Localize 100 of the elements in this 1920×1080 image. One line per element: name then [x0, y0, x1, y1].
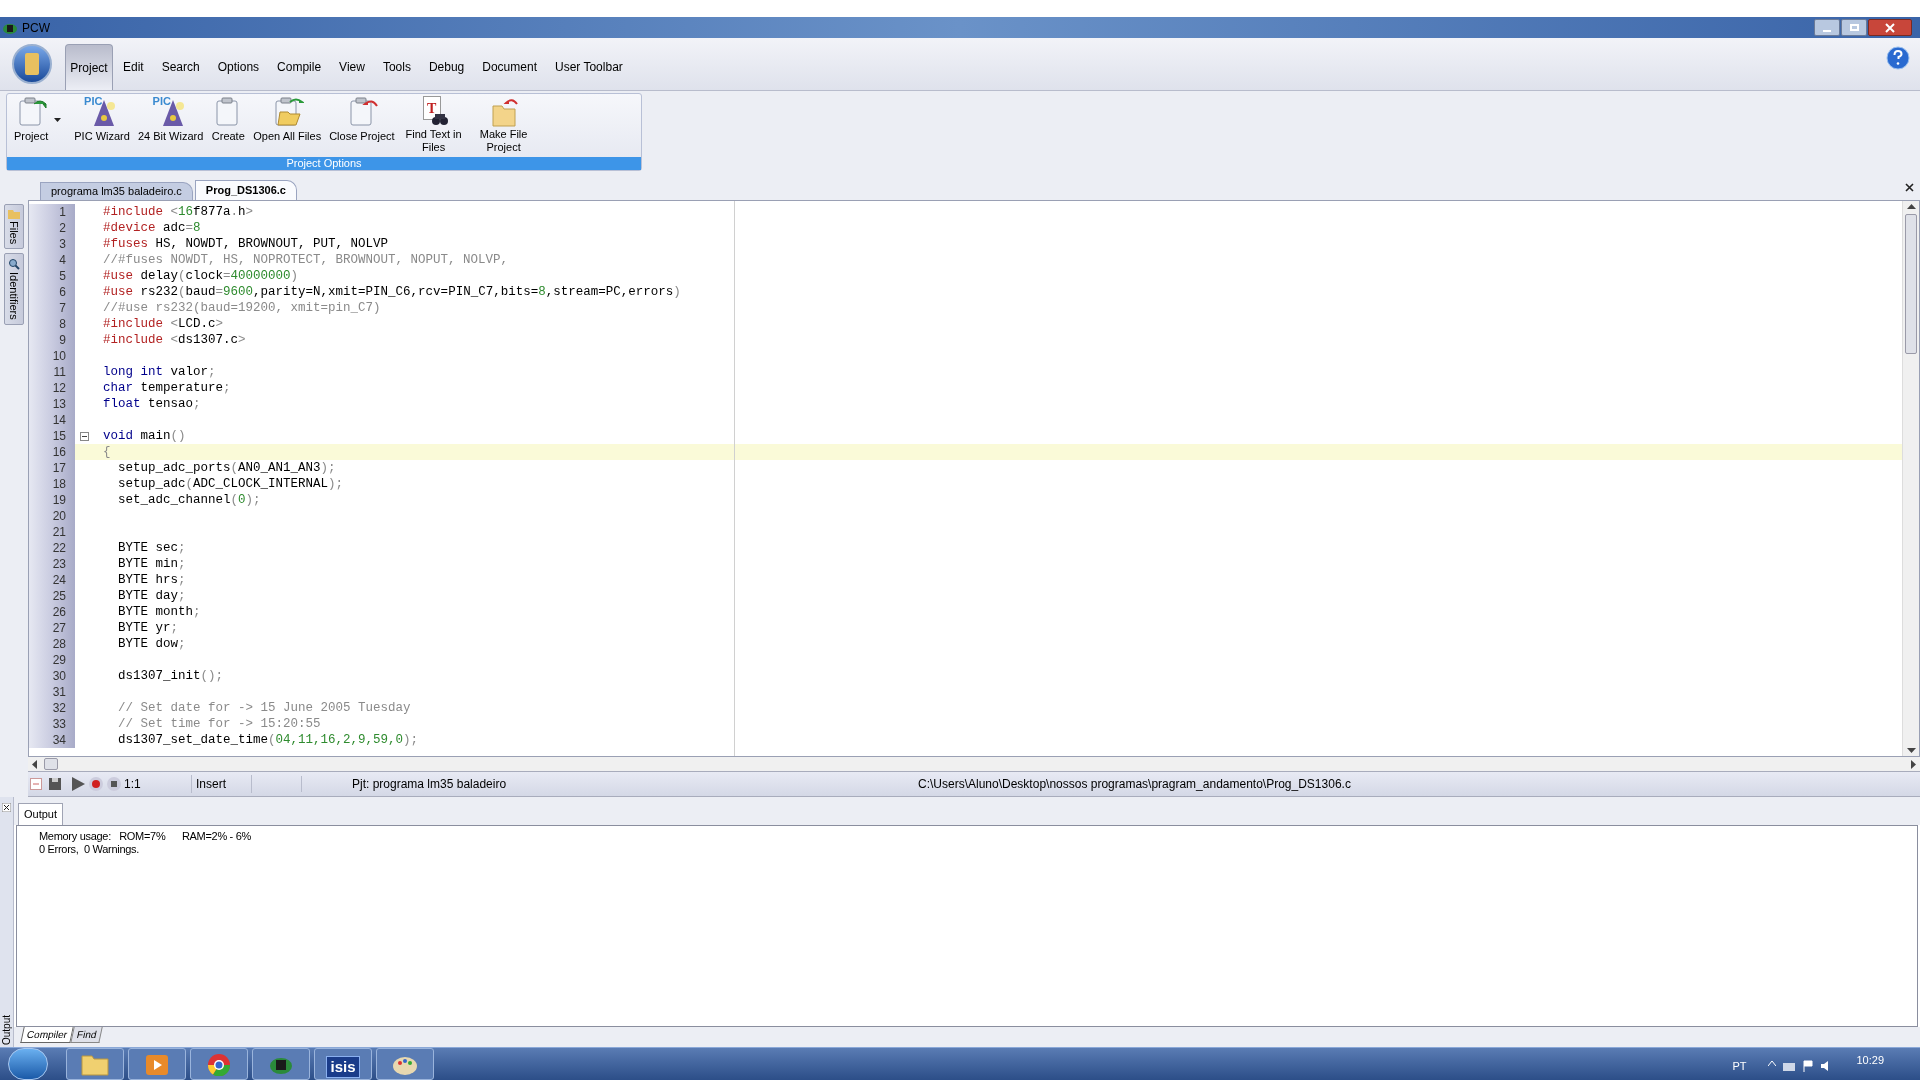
line-number: 12 [29, 380, 75, 396]
line-number: 4 [29, 252, 75, 268]
side-tab[interactable]: Files [4, 204, 24, 250]
scroll-left-icon[interactable] [30, 759, 40, 769]
start-button[interactable] [8, 1048, 48, 1080]
line-number: 21 [29, 524, 75, 540]
scrollbar-thumb[interactable] [44, 758, 58, 770]
line-number: 7 [29, 300, 75, 316]
flag-icon[interactable] [1802, 1060, 1815, 1072]
bottom-tab[interactable]: Find [70, 1027, 104, 1043]
language-indicator[interactable]: PT [1732, 1058, 1747, 1075]
code-line: set_adc_channel(0); [117, 492, 261, 508]
collapse-icon[interactable] [79, 431, 89, 441]
code-line: //#use rs232(baud=19200, xmit=pin_C7) [102, 300, 381, 316]
ribbon-button[interactable]: PIC PIC Wizard [73, 96, 131, 143]
code-line: char temperature; [102, 380, 231, 396]
output-tab[interactable]: Output [18, 803, 64, 825]
code-line: // Set time for -> 15:20:55 [117, 716, 321, 732]
line-number: 14 [29, 412, 75, 428]
close-button[interactable] [1868, 19, 1912, 36]
line-number: 2 [29, 220, 75, 236]
line-number: 31 [29, 684, 75, 700]
file-tab[interactable]: Prog_DS1306.c [194, 180, 297, 200]
line-number: 22 [29, 540, 75, 556]
stop-icon[interactable] [106, 776, 122, 792]
clock[interactable]: 10:29 [1856, 1052, 1884, 1069]
line-number: 34 [29, 732, 75, 748]
minimize-icon [1823, 30, 1831, 32]
line-number: 6 [29, 284, 75, 300]
code-line: //#fuses NOWDT, HS, NOPROTECT, BROWNOUT, NOPUT, NOLVP, [102, 252, 509, 268]
file-tab[interactable]: programa lm35 baladeiro.c [40, 182, 193, 200]
code-line: ds1307_init(); [117, 668, 224, 684]
ribbon-tab[interactable]: User Toolbar [546, 44, 632, 90]
save-icon[interactable] [48, 777, 62, 791]
output-line: 0 Errors, 0 Warnings. [39, 843, 139, 856]
line-number: 15 [29, 428, 75, 444]
bottom-tab[interactable]: Compiler [20, 1027, 74, 1043]
code-line: BYTE day; [117, 588, 186, 604]
code-line: ds1307_set_date_time(04,11,16,2,9,59,0); [117, 732, 419, 748]
scrollbar-thumb[interactable] [1905, 214, 1917, 354]
window-title: PCW [22, 19, 50, 37]
record-icon[interactable] [88, 776, 104, 792]
side-tab[interactable]: Identifiers [4, 253, 24, 325]
network-icon[interactable] [1782, 1060, 1797, 1072]
ribbon-tab[interactable]: Edit [114, 44, 153, 90]
scroll-right-icon[interactable] [1908, 759, 1918, 769]
code-line: #use rs232(baud=9600,parity=N,xmit=PIN_C6,rcv=PIN_C7,bits=8,stream=PC,errors) [102, 284, 681, 300]
play-icon[interactable] [70, 776, 86, 792]
line-number: 18 [29, 476, 75, 492]
ribbon-button[interactable]: T Find Text in Files [401, 96, 466, 154]
ribbon-tab[interactable]: Options [208, 44, 269, 90]
caret-icon[interactable] [54, 118, 62, 122]
magnifier-icon [8, 258, 20, 271]
ribbon-tab[interactable]: Document [473, 44, 546, 90]
line-number: 23 [29, 556, 75, 572]
line-number: 28 [29, 636, 75, 652]
ribbon-tab[interactable]: View [330, 44, 374, 90]
line-number: 24 [29, 572, 75, 588]
code-line: setup_adc_ports(AN0_AN1_AN3); [117, 460, 336, 476]
line-number: 9 [29, 332, 75, 348]
line-number: 8 [29, 316, 75, 332]
ribbon-button[interactable]: Create [210, 96, 247, 143]
ribbon-tab[interactable]: Search [152, 44, 209, 90]
line-number: 16 [29, 444, 75, 460]
line-number: 25 [29, 588, 75, 604]
line-number: 33 [29, 716, 75, 732]
ribbon-button[interactable]: Close Project [328, 96, 396, 143]
line-number: 3 [29, 236, 75, 252]
ribbon-tab[interactable]: Tools [373, 44, 420, 90]
code-line: BYTE hrs; [117, 572, 186, 588]
ribbon-button[interactable]: Make File Project [471, 96, 536, 154]
ribbon-button[interactable]: PIC 24 Bit Wizard [136, 96, 205, 143]
help-icon[interactable] [1886, 46, 1910, 70]
ribbon-button[interactable]: Open All Files [252, 96, 323, 143]
isis-logo[interactable]: isis [326, 1056, 360, 1078]
cursor-position: 1:1 [122, 775, 192, 793]
maximize-button[interactable] [1841, 19, 1867, 36]
close-icon[interactable] [2, 803, 11, 812]
minimize-button[interactable] [1814, 19, 1840, 36]
line-number: 13 [29, 396, 75, 412]
close-icon[interactable] [1905, 183, 1914, 192]
ribbon-tab[interactable]: Debug [419, 44, 474, 90]
vertical-scrollbar[interactable] [1902, 201, 1919, 756]
code-line: #use delay(clock=40000000) [102, 268, 299, 284]
code-line: void main() [102, 428, 186, 444]
line-number: 30 [29, 668, 75, 684]
line-number: 11 [29, 364, 75, 380]
code-line: #include <LCD.c> [102, 316, 224, 332]
ribbon-group-label: Project Options [7, 157, 641, 170]
code-line: BYTE yr; [117, 620, 179, 636]
code-line: { [102, 444, 111, 460]
folder-icon[interactable] [80, 1052, 110, 1076]
folder-icon [8, 209, 20, 219]
ribbon-button[interactable]: Project [13, 96, 50, 143]
line-number: 26 [29, 604, 75, 620]
project-name: Pjt: programa lm35 baladeiro [351, 776, 508, 793]
horizontal-scrollbar[interactable] [28, 757, 1920, 771]
ribbon-tab[interactable]: Compile [268, 44, 331, 90]
app-menu-button[interactable] [12, 44, 52, 84]
ribbon-tab[interactable]: Project [65, 44, 113, 90]
